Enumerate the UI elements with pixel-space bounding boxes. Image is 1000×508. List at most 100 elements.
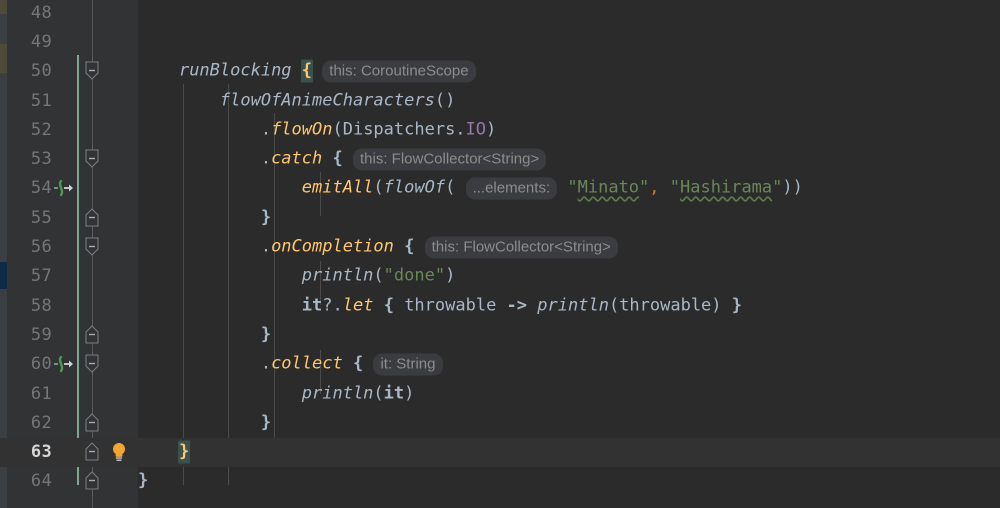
code-token: ) — [404, 383, 415, 404]
code-text[interactable]: } — [138, 326, 271, 343]
code-line[interactable]: 49 — [0, 27, 1000, 56]
code-token: { — [352, 353, 364, 374]
line-number[interactable]: 50 — [0, 61, 52, 81]
fold-region-end-icon[interactable] — [84, 207, 102, 229]
code-text[interactable]: .collect { it: String — [138, 353, 443, 376]
line-number[interactable]: 57 — [0, 266, 52, 286]
code-token: ) — [445, 265, 456, 286]
inlay-hint: it: String — [373, 353, 443, 376]
line-number[interactable]: 55 — [0, 208, 52, 228]
code-line[interactable]: 60 .collect { it: String — [0, 350, 1000, 379]
line-number[interactable]: 51 — [0, 91, 52, 111]
code-line[interactable]: 50 runBlocking { this: CoroutineScope — [0, 57, 1000, 86]
line-number[interactable]: 49 — [0, 32, 52, 52]
code-text[interactable]: } — [138, 472, 148, 490]
code-token: catch — [271, 148, 323, 169]
spelling-typo-token: Hashirama — [680, 177, 773, 198]
code-token: let — [342, 295, 374, 316]
line-number[interactable]: 62 — [0, 413, 52, 433]
code-line[interactable]: 62 } — [0, 408, 1000, 437]
line-number[interactable]: 61 — [0, 384, 52, 404]
code-text[interactable]: flowOfAnimeCharacters() — [138, 92, 455, 109]
code-text[interactable]: .onCompletion { this: FlowCollector<Stri… — [138, 236, 618, 259]
code-line[interactable]: 52 .flowOn(Dispatchers.IO) — [0, 115, 1000, 144]
line-number[interactable]: 48 — [0, 3, 52, 23]
fold-region-end-icon[interactable] — [84, 470, 102, 492]
current-code-line[interactable]: 63 } — [0, 437, 1000, 467]
code-token: it — [383, 383, 405, 404]
code-token: , — [649, 177, 670, 198]
code-line[interactable]: 53 .catch { this: FlowCollector<String> — [0, 145, 1000, 174]
code-token: ( — [373, 265, 384, 286]
fold-region-end-icon[interactable] — [84, 324, 102, 346]
line-number[interactable]: 53 — [0, 149, 52, 169]
code-line[interactable]: 59 } — [0, 320, 1000, 349]
line-number[interactable]: 52 — [0, 120, 52, 140]
code-text[interactable]: .flowOn(Dispatchers.IO) — [138, 121, 496, 138]
code-text[interactable]: .catch { this: FlowCollector<String> — [138, 148, 547, 171]
fold-region-start-icon[interactable] — [84, 60, 102, 82]
code-token: println — [537, 295, 609, 316]
line-number[interactable]: 60 — [0, 354, 52, 374]
fold-region-start-icon[interactable] — [84, 236, 102, 258]
code-line[interactable]: 55 } — [0, 203, 1000, 232]
code-token: . — [138, 119, 272, 140]
fold-region-start-icon[interactable] — [84, 353, 102, 375]
fold-region-start-icon[interactable] — [84, 148, 102, 170]
code-token: flowOn — [271, 119, 333, 140]
code-token: } — [260, 207, 272, 228]
code-text[interactable]: println("done") — [138, 265, 456, 286]
line-number[interactable]: 64 — [0, 471, 52, 491]
code-text[interactable]: runBlocking { this: CoroutineScope — [138, 59, 476, 83]
code-token: ( — [373, 177, 384, 198]
line-number[interactable]: 54 — [0, 178, 52, 198]
code-text[interactable]: emitAll(flowOf( ...elements: "Minato", "… — [138, 177, 803, 200]
code-token: ?. — [322, 295, 343, 316]
code-line[interactable]: 61 println(it) — [0, 379, 1000, 408]
code-token: "done" — [383, 265, 446, 286]
code-text[interactable]: } — [138, 209, 271, 226]
code-line[interactable]: 57 println("done") — [0, 262, 1000, 291]
code-token: emitAll — [301, 177, 374, 198]
code-line[interactable]: 51 flowOfAnimeCharacters() — [0, 86, 1000, 115]
code-token: flowOfAnimeCharacters — [219, 90, 435, 111]
line-number[interactable]: 63 — [0, 442, 52, 462]
code-token: { — [383, 295, 394, 316]
line-number[interactable]: 59 — [0, 325, 52, 345]
code-line[interactable]: 64} — [0, 467, 1000, 496]
code-token: )) — [782, 177, 803, 198]
code-line[interactable]: 48 — [0, 0, 1000, 27]
code-token: ) — [486, 119, 497, 140]
code-token: -> — [506, 295, 528, 316]
code-text[interactable]: } — [138, 440, 191, 464]
code-editor[interactable]: 48 49 50 runBlocking { this: CoroutineScop… — [0, 0, 1000, 508]
code-token: IO — [465, 119, 487, 140]
line-number[interactable]: 56 — [0, 237, 52, 257]
code-token: onCompletion — [271, 236, 394, 257]
suspend-call-icon[interactable] — [52, 178, 74, 198]
code-text[interactable]: it?.let { throwable -> println(throwable… — [138, 297, 742, 314]
fold-region-end-icon[interactable] — [84, 412, 102, 434]
code-line[interactable]: 58 it?.let { throwable -> println(throwa… — [0, 291, 1000, 320]
code-line[interactable]: 54 emitAll(flowOf( ...elements: "Minato"… — [0, 174, 1000, 203]
code-line[interactable]: 56 .onCompletion { this: FlowCollector<S… — [0, 232, 1000, 261]
fold-region-end-icon[interactable] — [84, 441, 102, 463]
line-number[interactable]: 58 — [0, 296, 52, 316]
matched-brace-token: } — [177, 440, 191, 464]
code-text[interactable]: println(it) — [138, 383, 415, 404]
code-text[interactable]: } — [138, 414, 271, 431]
intention-bulb-icon[interactable] — [110, 441, 128, 463]
suspend-call-icon[interactable] — [52, 354, 74, 374]
code-token: runBlocking — [178, 60, 292, 81]
